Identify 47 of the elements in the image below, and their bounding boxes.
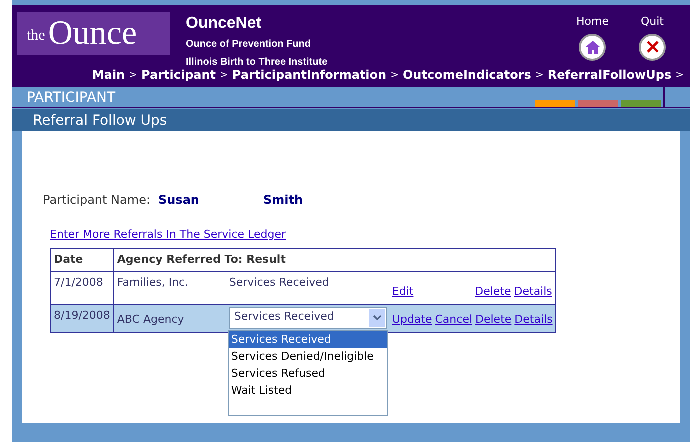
section-tab[interactable] <box>535 100 575 107</box>
quit-button[interactable] <box>639 34 666 60</box>
agency-name: ABC Agency <box>117 312 186 328</box>
breadcrumb-link[interactable]: OutcomeIndicators <box>402 66 532 84</box>
section-title: PARTICIPANT <box>26 89 117 107</box>
action-link[interactable]: Update <box>392 312 432 328</box>
home-label: Home <box>576 14 609 30</box>
column-header: Agency Referred To: Result <box>114 248 556 272</box>
table-cell: 8/19/2008 <box>50 304 114 332</box>
dropdown-option[interactable]: Services Denied/Ineligible <box>229 348 388 364</box>
section-tab[interactable] <box>621 100 661 107</box>
first-name: Susan <box>158 192 200 209</box>
logo-name: Ounce <box>48 16 138 50</box>
quit-label: Quit <box>641 14 664 30</box>
app-name: OunceNet <box>186 14 263 34</box>
action-link[interactable]: Delete <box>476 312 512 328</box>
ledger-link[interactable]: Enter More Referrals In The Service Ledger <box>50 228 286 241</box>
breadcrumb-link[interactable]: ReferralFollowUps <box>548 66 672 84</box>
action-link[interactable]: Details <box>514 312 553 328</box>
action-link[interactable]: Cancel <box>435 312 473 328</box>
breadcrumb-separator: > <box>676 68 684 82</box>
caret-icon <box>372 314 382 320</box>
section-tab[interactable] <box>578 100 618 107</box>
subtitle: Ounce of Prevention Fund <box>186 38 312 52</box>
last-name: Smith <box>264 192 304 209</box>
logo-prefix: the <box>27 27 46 46</box>
dropdown-option[interactable]: Wait Listed <box>229 382 388 398</box>
page-title: Referral Follow Ups <box>12 108 690 131</box>
result-dropdown[interactable]: Services Received <box>229 306 388 328</box>
breadcrumb-separator: > <box>129 68 138 82</box>
participant-label: Participant Name: <box>43 192 150 209</box>
home-icon <box>586 40 600 54</box>
home-button[interactable] <box>579 34 606 60</box>
result-text: Services Received <box>229 276 330 289</box>
action-link[interactable]: Delete <box>475 284 512 300</box>
action-link[interactable]: Details <box>514 284 552 300</box>
breadcrumb-link[interactable]: Main <box>92 66 126 84</box>
dropdown-option[interactable]: Services Received <box>229 330 388 348</box>
breadcrumb-separator: > <box>390 68 399 82</box>
close-icon <box>646 41 658 53</box>
dropdown-option[interactable]: Services Refused <box>229 364 388 382</box>
column-header: Date <box>50 248 114 272</box>
breadcrumb-separator: > <box>220 68 228 82</box>
breadcrumb-separator: > <box>535 68 544 82</box>
action-link[interactable]: Edit <box>392 284 414 300</box>
table-cell: 7/1/2008 <box>50 272 114 304</box>
agency-name: Families, Inc. <box>117 275 190 291</box>
